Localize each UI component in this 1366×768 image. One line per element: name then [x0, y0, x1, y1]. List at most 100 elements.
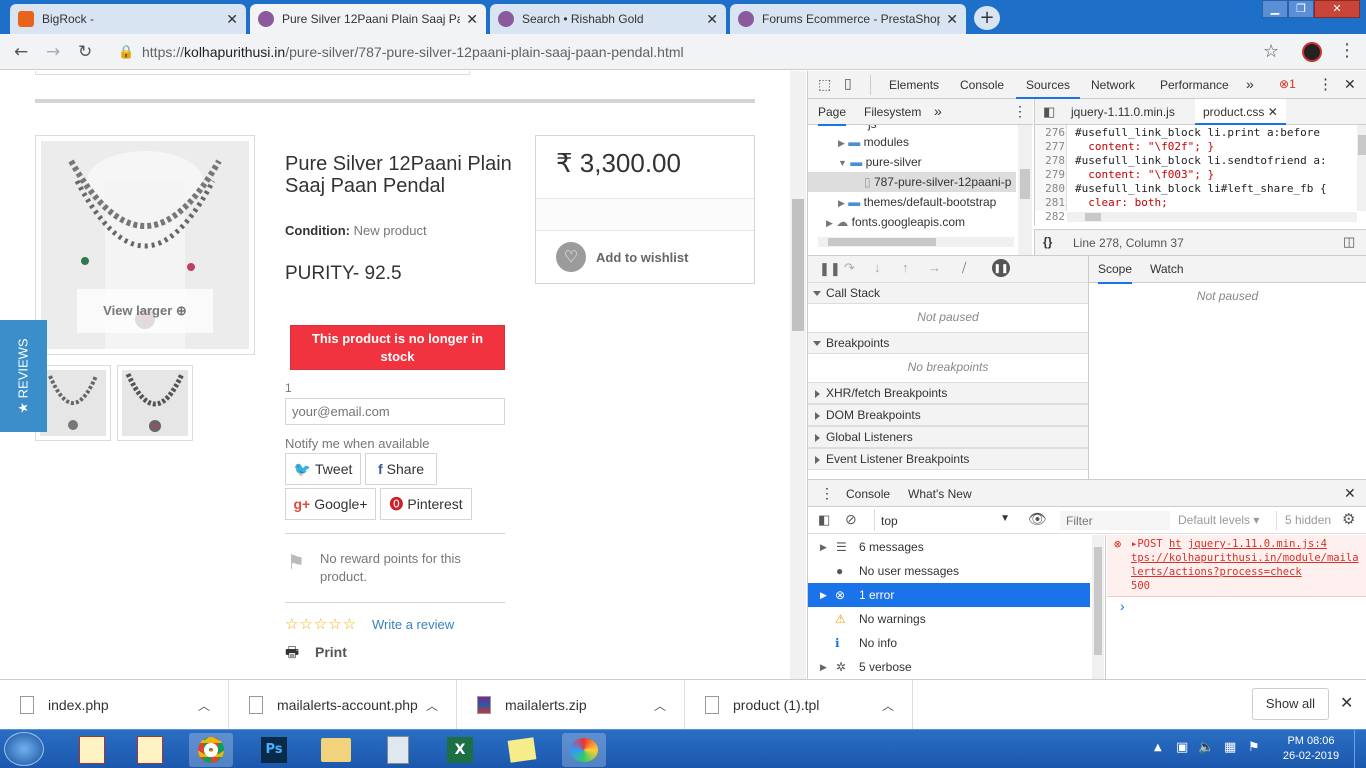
close-downloads-icon[interactable]: ✕: [1340, 693, 1353, 713]
console-prompt[interactable]: ›: [1120, 598, 1125, 614]
chevron-up-icon[interactable]: ︿: [198, 697, 228, 714]
tab-watch[interactable]: Watch: [1150, 262, 1184, 276]
tree-item-pure-silver[interactable]: ▼ ▬ pure-silver: [838, 153, 1018, 171]
pinterest-button[interactable]: ⓿ Pinterest: [380, 488, 472, 520]
toggle-debugger-icon[interactable]: ◫: [1343, 234, 1355, 250]
error-source-link[interactable]: jquery-1.11.0.min.js:4: [1188, 538, 1327, 550]
eye-icon[interactable]: 👁: [1028, 510, 1047, 528]
tab-scope[interactable]: Scope: [1098, 262, 1133, 284]
nav-hscrollbar[interactable]: [818, 237, 1014, 247]
reload-icon[interactable]: ↻: [78, 42, 92, 62]
context-select[interactable]: top ▼: [874, 509, 1016, 531]
back-icon[interactable]: ←: [14, 42, 28, 62]
chevron-up-icon[interactable]: ︿: [426, 697, 456, 714]
download-item[interactable]: index.php ︿: [0, 680, 229, 730]
tweet-button[interactable]: 🐦 Tweet: [285, 453, 361, 485]
console-settings-icon[interactable]: ⚙: [1342, 510, 1355, 528]
more-nav-icon[interactable]: »: [934, 103, 942, 119]
console-group-warnings[interactable]: ⚠ No warnings: [808, 607, 1090, 631]
inspect-element-icon[interactable]: ⬚: [818, 76, 831, 93]
console-group-info[interactable]: ℹ No info: [808, 631, 1090, 655]
nav-tab-filesystem[interactable]: Filesystem: [864, 105, 921, 119]
network-icon[interactable]: ▦: [1224, 740, 1236, 755]
tray-icon[interactable]: ▣: [1176, 740, 1188, 755]
drawer-menu-icon[interactable]: ⋮: [820, 485, 834, 502]
step-over-icon[interactable]: ↷: [844, 260, 855, 276]
console-group-verbose[interactable]: ▶ ✲ 5 verbose: [808, 655, 1090, 679]
close-icon[interactable]: ✕: [706, 11, 718, 28]
calculator-icon[interactable]: [376, 733, 420, 767]
product-image-frame[interactable]: View larger ⊕: [35, 135, 255, 355]
tab-rishabh-gold[interactable]: Search • Rishabh Gold ✕: [490, 4, 726, 34]
print-link[interactable]: Print: [315, 644, 347, 660]
googleplus-button[interactable]: g+ Google+: [285, 488, 376, 520]
drawer-close-icon[interactable]: ✕: [1344, 485, 1356, 502]
console-group-user[interactable]: ● No user messages: [808, 559, 1090, 583]
download-item[interactable]: product (1).tpl ︿: [685, 680, 913, 730]
drawer-tab-whats-new[interactable]: What's New: [908, 487, 972, 501]
more-tabs-icon[interactable]: »: [1246, 76, 1254, 92]
toggle-navigator-icon[interactable]: ◧: [1043, 104, 1055, 120]
show-desktop-button[interactable]: [1354, 730, 1366, 768]
editor-vscrollbar[interactable]: [1357, 125, 1366, 211]
error-url[interactable]: tps://kolhapurithusi.in/module/mailalert…: [1131, 552, 1359, 578]
volume-icon[interactable]: 🔈: [1198, 740, 1214, 755]
nav-menu-icon[interactable]: ⋮: [1013, 103, 1027, 120]
event-listener-breakpoints-header[interactable]: Event Listener Breakpoints: [808, 448, 1088, 470]
close-icon[interactable]: ✕: [1268, 105, 1278, 119]
tab-elements[interactable]: Elements: [889, 78, 939, 92]
window-close-button[interactable]: ✕: [1314, 0, 1360, 18]
new-tab-button[interactable]: +: [974, 6, 1000, 30]
nav-tab-page[interactable]: Page: [818, 105, 847, 126]
tree-item-themes[interactable]: ▶ ▬ themes/default-bootstrap: [838, 193, 1018, 211]
forward-icon[interactable]: →: [46, 42, 60, 62]
write-review-link[interactable]: Write a review: [372, 617, 454, 632]
tally-erp-icon[interactable]: [70, 733, 114, 767]
tab-prestashop-forums[interactable]: Forums Ecommerce - PrestaShop ✕: [730, 4, 966, 34]
file-explorer-icon[interactable]: [314, 733, 358, 767]
device-toolbar-icon[interactable]: ▯: [844, 75, 852, 92]
clear-console-icon[interactable]: ⊘: [845, 511, 857, 528]
tree-item-js[interactable]: js: [868, 125, 877, 133]
download-item[interactable]: mailalerts.zip ︿: [457, 680, 685, 730]
maximize-button[interactable]: ❐: [1288, 0, 1314, 18]
share-button[interactable]: f Share: [365, 453, 437, 485]
tab-bigrock[interactable]: BigRock - ✕: [10, 4, 246, 34]
console-sidebar-scrollbar[interactable]: [1092, 535, 1104, 679]
tab-pure-silver[interactable]: Pure Silver 12Paani Plain Saaj Pa ✕: [250, 4, 486, 34]
console-group-messages[interactable]: ▶ ☰ 6 messages: [808, 535, 1090, 559]
system-clock[interactable]: PM 08:06 26-02-2019: [1276, 734, 1346, 764]
nav-vscrollbar[interactable]: [1018, 125, 1032, 255]
thumbnail-2[interactable]: [117, 365, 193, 441]
console-sidebar-icon[interactable]: ◧: [818, 512, 830, 528]
close-icon[interactable]: ✕: [466, 11, 478, 28]
dom-breakpoints-header[interactable]: DOM Breakpoints: [808, 404, 1088, 426]
log-levels-select[interactable]: Default levels ▾: [1178, 513, 1259, 527]
chevron-up-icon[interactable]: ︿: [882, 697, 912, 714]
page-scrollbar[interactable]: [790, 71, 806, 679]
minimize-button[interactable]: ▁: [1262, 0, 1288, 18]
notify-link[interactable]: Notify me when available: [285, 436, 430, 451]
view-larger-button[interactable]: View larger ⊕: [77, 289, 213, 333]
show-hidden-icons[interactable]: ▲: [1154, 742, 1162, 753]
breakpoints-header[interactable]: Breakpoints: [808, 332, 1088, 354]
tree-item-fonts[interactable]: ▶ ☁ fonts.googleapis.com: [826, 213, 1016, 231]
file-tab-product-css[interactable]: product.css ✕: [1195, 99, 1286, 125]
bookmark-star-icon[interactable]: ☆: [1263, 41, 1279, 62]
menu-kebab-icon[interactable]: ⋮: [1338, 40, 1356, 61]
product-image[interactable]: View larger ⊕: [41, 141, 249, 349]
editor-hscrollbar[interactable]: [1067, 212, 1357, 222]
tab-performance[interactable]: Performance: [1160, 78, 1229, 92]
start-button[interactable]: [4, 732, 44, 766]
file-tab-jquery[interactable]: jquery-1.11.0.min.js: [1071, 105, 1175, 119]
call-stack-header[interactable]: Call Stack: [808, 282, 1088, 304]
xhr-breakpoints-header[interactable]: XHR/fetch Breakpoints: [808, 382, 1088, 404]
tally-erp-icon[interactable]: [128, 733, 172, 767]
sticky-notes-icon[interactable]: [500, 733, 544, 767]
add-to-wishlist-button[interactable]: ♡ Add to wishlist: [536, 231, 754, 283]
scroll-thumb[interactable]: [792, 199, 804, 331]
step-icon[interactable]: →: [928, 260, 941, 275]
reviews-side-tab[interactable]: ★ REVIEWS: [0, 320, 47, 432]
drawer-tab-console[interactable]: Console: [846, 487, 891, 509]
address-bar[interactable]: 🔒 https://kolhapurithusi.in/pure-silver/…: [108, 38, 1288, 66]
